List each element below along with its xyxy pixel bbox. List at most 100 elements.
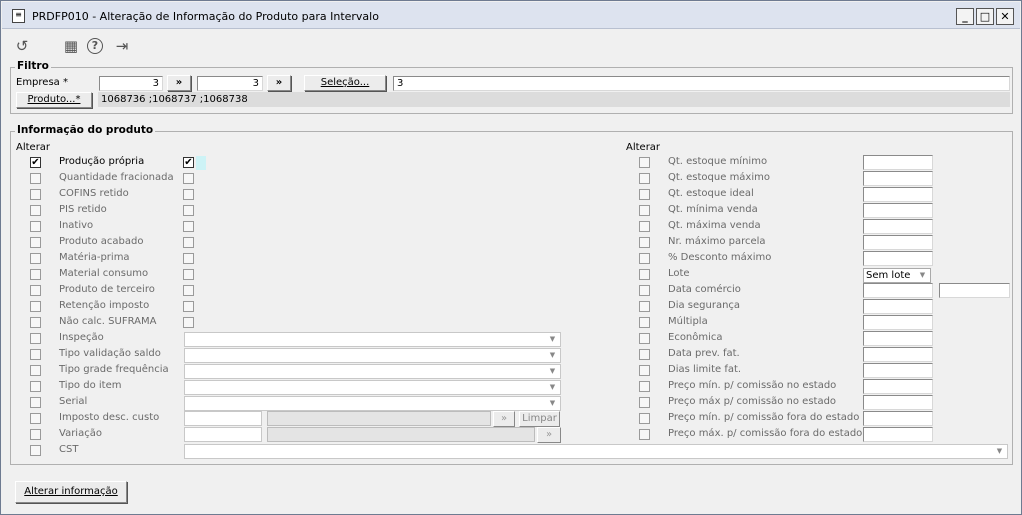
cst-select[interactable]: ▼ <box>184 444 1008 459</box>
alter-checkbox[interactable] <box>30 397 41 408</box>
exit-icon[interactable]: ⇥ <box>113 37 131 55</box>
chevron-down-icon: ▼ <box>996 447 1003 455</box>
alter-checkbox[interactable] <box>639 157 650 168</box>
empresa-from-input[interactable]: 3 <box>99 76 163 91</box>
select-field[interactable]: ▼ <box>184 332 561 347</box>
value-input[interactable] <box>863 347 933 362</box>
alter-checkbox[interactable] <box>639 189 650 200</box>
alterar-informacao-button[interactable]: Alterar informação <box>15 481 127 503</box>
alter-checkbox[interactable] <box>639 173 650 184</box>
value-input[interactable] <box>863 187 933 202</box>
selecao-button[interactable]: Seleção... <box>304 75 386 91</box>
alter-checkbox[interactable] <box>639 365 650 376</box>
value-input[interactable] <box>863 155 933 170</box>
alter-checkbox[interactable] <box>30 285 41 296</box>
alter-checkbox[interactable] <box>30 349 41 360</box>
empresa-from-expand-button[interactable]: » <box>167 75 191 91</box>
field-label: Dia segurança <box>668 300 741 311</box>
field-label: Data comércio <box>668 284 741 295</box>
empresa-to-expand-button[interactable]: » <box>267 75 291 91</box>
alter-checkbox[interactable] <box>639 429 650 440</box>
chevron-down-icon: ▼ <box>549 367 556 375</box>
alter-checkbox[interactable] <box>30 333 41 344</box>
select-field[interactable]: ▼ <box>184 380 561 395</box>
calendar-icon[interactable]: ▦ <box>62 37 80 55</box>
select-field[interactable]: ▼ <box>184 364 561 379</box>
value-input[interactable] <box>863 171 933 186</box>
value-input[interactable] <box>863 283 933 298</box>
value-input[interactable] <box>863 411 933 426</box>
alter-checkbox[interactable] <box>30 237 41 248</box>
alter-checkbox[interactable] <box>639 381 650 392</box>
alter-checkbox[interactable] <box>30 253 41 264</box>
variacao-desc-input <box>267 427 535 442</box>
value-input[interactable] <box>863 219 933 234</box>
alter-checkbox[interactable] <box>30 269 41 280</box>
lote-value: Sem lote <box>866 270 911 281</box>
alter-checkbox[interactable] <box>639 253 650 264</box>
alter-checkbox[interactable] <box>30 205 41 216</box>
alter-checkbox[interactable] <box>30 173 41 184</box>
imposto-desc-input <box>267 411 491 426</box>
chevron-down-icon: ▼ <box>549 383 556 391</box>
lote-select[interactable]: Sem lote ▼ <box>863 268 931 283</box>
alter-checkbox[interactable] <box>639 301 650 312</box>
alter-checkbox[interactable] <box>30 189 41 200</box>
alter-checkbox[interactable] <box>639 397 650 408</box>
alter-checkbox[interactable] <box>639 349 650 360</box>
alter-checkbox[interactable] <box>639 285 650 296</box>
alter-checkbox[interactable] <box>30 381 41 392</box>
alter-checkbox[interactable] <box>30 365 41 376</box>
value-input[interactable] <box>863 363 933 378</box>
value-input[interactable] <box>863 299 933 314</box>
cst-alter-checkbox[interactable] <box>30 445 41 456</box>
value-input[interactable] <box>863 331 933 346</box>
value-input[interactable] <box>863 379 933 394</box>
alter-checkbox[interactable] <box>30 317 41 328</box>
field-label: Data prev. fat. <box>668 348 740 359</box>
select-field[interactable]: ▼ <box>184 396 561 411</box>
value-input[interactable] <box>863 235 933 250</box>
field-label: Lote <box>668 268 690 279</box>
imposto-code-input[interactable] <box>184 411 262 426</box>
value-checkbox[interactable]: ✔ <box>183 157 194 168</box>
minimize-button[interactable]: _ <box>956 8 974 25</box>
field-label: Preço mín. p/ comissão fora do estado <box>668 412 860 423</box>
alter-checkbox[interactable]: ✔ <box>30 157 41 168</box>
maximize-button[interactable]: □ <box>976 8 994 25</box>
produto-button[interactable]: Produto...* <box>16 92 92 108</box>
imposto-alter-checkbox[interactable] <box>30 413 41 424</box>
data-comercio-extra-input[interactable] <box>939 283 1010 298</box>
cst-label: CST <box>59 444 79 455</box>
selecao-input[interactable]: 3 <box>393 76 1010 91</box>
undo-icon[interactable]: ↺ <box>13 37 31 55</box>
alterar-right-label: Alterar <box>626 142 661 153</box>
limpar-button: Limpar <box>519 411 560 427</box>
field-label: Tipo grade frequência <box>59 364 169 375</box>
alter-checkbox[interactable] <box>639 333 650 344</box>
value-input[interactable] <box>863 315 933 330</box>
value-input[interactable] <box>863 427 933 442</box>
select-field[interactable]: ▼ <box>184 348 561 363</box>
alter-checkbox[interactable] <box>639 269 650 280</box>
alter-checkbox[interactable] <box>639 221 650 232</box>
value-input[interactable] <box>863 203 933 218</box>
value-input[interactable] <box>863 395 933 410</box>
empresa-to-input[interactable]: 3 <box>197 76 263 91</box>
help-icon[interactable]: ? <box>87 38 103 54</box>
focus-highlight <box>196 156 206 170</box>
field-label: Qt. estoque máximo <box>668 172 770 183</box>
field-label: Preço máx. p/ comissão fora do estado <box>668 428 863 439</box>
alter-checkbox[interactable] <box>30 301 41 312</box>
alter-checkbox[interactable] <box>639 317 650 328</box>
alter-checkbox[interactable] <box>639 237 650 248</box>
alter-checkbox[interactable] <box>639 413 650 424</box>
alter-checkbox[interactable] <box>30 221 41 232</box>
variacao-alter-checkbox[interactable] <box>30 429 41 440</box>
imposto-expand-button: » <box>493 411 515 427</box>
alter-checkbox[interactable] <box>639 205 650 216</box>
variacao-code-input[interactable] <box>184 427 262 442</box>
close-button[interactable]: ✕ <box>996 8 1014 25</box>
value-input[interactable] <box>863 251 933 266</box>
field-label: Preço máx p/ comissão no estado <box>668 396 837 407</box>
